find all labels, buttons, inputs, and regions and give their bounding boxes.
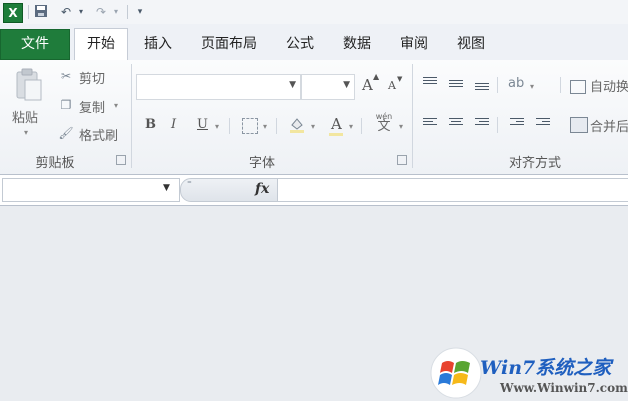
cut-button[interactable]: 剪切 bbox=[79, 68, 105, 87]
underline-dropdown-icon[interactable]: ▾ bbox=[215, 122, 219, 131]
tab-view[interactable]: 视图 bbox=[450, 30, 492, 58]
tab-file[interactable]: 文件 bbox=[0, 29, 70, 60]
tab-data[interactable]: 数据 bbox=[336, 30, 378, 58]
separator bbox=[497, 117, 498, 133]
align-left-icon[interactable] bbox=[423, 118, 437, 130]
fx-area: ⁼ fx bbox=[180, 178, 278, 202]
font-color-button[interactable]: A bbox=[331, 115, 342, 133]
align-center-icon[interactable] bbox=[449, 118, 463, 130]
underline-button[interactable]: U bbox=[197, 117, 208, 132]
phonetic-dropdown-icon[interactable]: ▾ bbox=[399, 122, 403, 131]
redo-dropdown-icon[interactable]: ▾ bbox=[111, 4, 121, 20]
separator bbox=[560, 77, 561, 93]
orientation-icon[interactable]: ab bbox=[508, 76, 524, 91]
clipboard-group-label: 剪贴板 bbox=[35, 156, 75, 171]
redo-icon[interactable]: ↷ bbox=[92, 4, 110, 20]
tab-home[interactable]: 开始 bbox=[74, 28, 128, 61]
ribbon-tabs: 文件 开始 插入 页面布局 公式 数据 审阅 视图 bbox=[0, 24, 628, 61]
bold-button[interactable]: B bbox=[145, 117, 156, 132]
formula-input[interactable] bbox=[277, 178, 628, 202]
font-group-label: 字体 bbox=[248, 156, 275, 171]
font-launcher-icon[interactable] bbox=[397, 155, 407, 165]
increase-indent-icon[interactable] bbox=[536, 118, 550, 130]
fill-color-icon[interactable] bbox=[288, 115, 306, 133]
paste-dropdown-icon[interactable]: ▾ bbox=[24, 128, 28, 137]
tab-review[interactable]: 审阅 bbox=[393, 30, 435, 58]
separator bbox=[229, 118, 230, 134]
clipboard-launcher-icon[interactable] bbox=[116, 155, 126, 165]
align-bottom-icon[interactable] bbox=[475, 83, 489, 95]
separator bbox=[497, 77, 498, 93]
merge-center-button[interactable]: 合并后 bbox=[590, 116, 628, 135]
font-size-combo[interactable]: ▼ bbox=[301, 74, 355, 100]
handle-icon[interactable]: ⁼ bbox=[187, 180, 192, 190]
format-painter-button[interactable]: 格式刷 bbox=[79, 125, 118, 144]
watermark-brand: Win7系统之家 bbox=[480, 357, 612, 379]
group-separator bbox=[131, 64, 132, 168]
fill-dropdown-icon[interactable]: ▾ bbox=[311, 122, 315, 131]
paste-icon[interactable] bbox=[12, 68, 46, 102]
quick-access-toolbar: X ↶ ▾ ↷ ▾ ▾ bbox=[0, 0, 628, 24]
save-icon[interactable] bbox=[33, 4, 49, 20]
copy-icon: ❐ bbox=[60, 98, 72, 112]
wrap-text-icon bbox=[570, 80, 586, 94]
grow-font-button[interactable]: A bbox=[362, 76, 373, 94]
customize-icon[interactable]: ▾ bbox=[133, 4, 147, 20]
align-right-icon[interactable] bbox=[475, 118, 489, 130]
excel-icon[interactable]: X bbox=[3, 3, 23, 23]
tab-page-layout[interactable]: 页面布局 bbox=[194, 30, 264, 58]
copy-dropdown-icon[interactable]: ▾ bbox=[114, 101, 118, 110]
chevron-down-icon: ▼ bbox=[343, 80, 350, 90]
wrap-text-button[interactable]: 自动换 bbox=[590, 76, 628, 95]
orientation-dropdown-icon[interactable]: ▾ bbox=[530, 82, 534, 91]
watermark: Win7系统之家 Www.Winwin7.com bbox=[430, 345, 628, 401]
grow-arrow-icon: ▲ bbox=[373, 72, 380, 81]
border-dropdown-icon[interactable]: ▾ bbox=[263, 122, 267, 131]
separator bbox=[276, 118, 277, 134]
shrink-font-button[interactable]: A bbox=[388, 79, 396, 92]
windows-logo-icon bbox=[430, 347, 482, 399]
decrease-indent-icon[interactable] bbox=[510, 118, 524, 130]
shrink-arrow-icon: ▼ bbox=[397, 75, 403, 83]
border-icon[interactable] bbox=[242, 118, 258, 134]
alignment-group-label: 对齐方式 bbox=[508, 156, 561, 171]
undo-icon[interactable]: ↶ bbox=[57, 4, 75, 20]
chevron-down-icon: ▼ bbox=[163, 183, 170, 193]
ribbon: 粘贴 ▾ ✂ 剪切 ❐ 复制 ▾ 🖌 格式刷 剪贴板 ▼ ▼ A ▲ A ▼ B… bbox=[0, 60, 628, 175]
format-painter-icon: 🖌 bbox=[58, 126, 74, 140]
paste-button[interactable]: 粘贴 bbox=[12, 107, 38, 126]
tab-insert[interactable]: 插入 bbox=[137, 30, 179, 58]
group-separator bbox=[412, 64, 413, 168]
undo-dropdown-icon[interactable]: ▾ bbox=[76, 4, 86, 20]
align-top-icon[interactable] bbox=[423, 77, 437, 89]
name-box[interactable]: ▼ bbox=[2, 178, 180, 202]
watermark-url: Www.Winwin7.com bbox=[500, 381, 628, 395]
insert-function-button[interactable]: fx bbox=[255, 181, 269, 197]
formula-bar: ▼ ⁼ fx bbox=[0, 175, 628, 206]
phonetic-button[interactable]: wén 文 bbox=[373, 112, 395, 134]
qat-separator bbox=[127, 5, 128, 19]
tab-formulas[interactable]: 公式 bbox=[279, 30, 321, 58]
qat-separator bbox=[28, 5, 29, 19]
font-color-swatch bbox=[329, 133, 343, 136]
chevron-down-icon: ▼ bbox=[289, 80, 296, 90]
italic-button[interactable]: I bbox=[171, 117, 176, 132]
align-middle-icon[interactable] bbox=[449, 80, 463, 92]
copy-button[interactable]: 复制 bbox=[79, 97, 105, 116]
merge-icon bbox=[570, 117, 588, 133]
font-color-dropdown-icon[interactable]: ▾ bbox=[349, 122, 353, 131]
scissors-icon: ✂ bbox=[60, 69, 72, 83]
separator bbox=[361, 118, 362, 134]
font-name-combo[interactable]: ▼ bbox=[136, 74, 301, 100]
